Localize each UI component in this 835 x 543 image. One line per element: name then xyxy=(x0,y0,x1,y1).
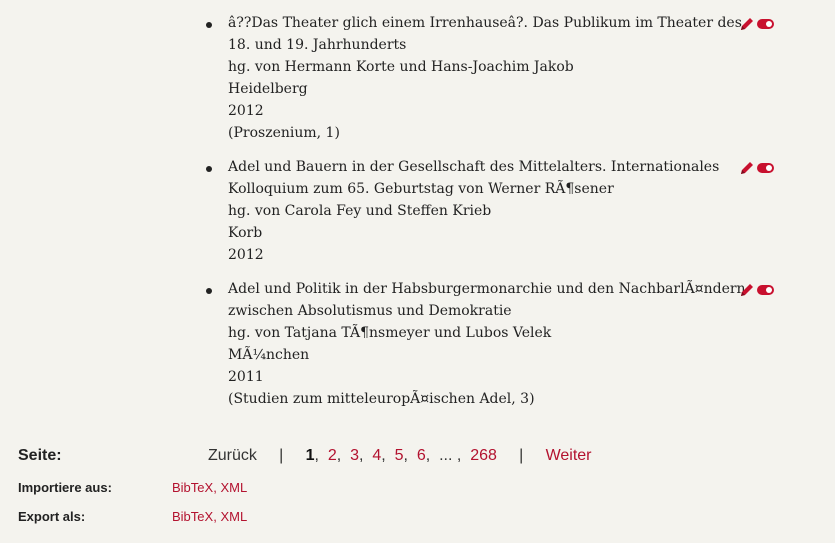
toggle-icon[interactable] xyxy=(757,19,774,29)
entry-year: 2012 xyxy=(228,103,264,119)
import-formats: BibTeX, XML xyxy=(172,480,248,495)
page-link-last[interactable]: 268 xyxy=(470,447,497,464)
bullet xyxy=(206,288,212,294)
next-link[interactable]: Weiter xyxy=(546,447,592,464)
toggle-icon[interactable] xyxy=(757,163,774,173)
export-formats: BibTeX, XML xyxy=(172,509,248,524)
entry-title-line: Adel und Politik in der Habsburgermonarc… xyxy=(228,281,746,297)
entry-editors: hg. von Hermann Korte und Hans-Joachim J… xyxy=(228,59,574,75)
entry-title-line: â??Das Theater glich einem Irrenhauseâ?.… xyxy=(228,15,742,31)
entry-text: Adel und Politik in der Habsburgermonarc… xyxy=(228,278,796,410)
entry-title-line: Kolloquium zum 65. Geburtstag von Werner… xyxy=(228,181,614,197)
ellipsis: ... xyxy=(439,447,453,464)
back-link[interactable]: Zurück xyxy=(208,447,257,464)
export-xml-link[interactable]: XML xyxy=(220,509,247,524)
pencil-icon[interactable] xyxy=(739,282,755,298)
entry-year: 2012 xyxy=(228,247,264,263)
publication-entry: Adel und Politik in der Habsburgermonarc… xyxy=(206,278,796,410)
bullet xyxy=(206,166,212,172)
entry-editors: hg. von Carola Fey und Steffen Krieb xyxy=(228,203,492,219)
entry-place: Heidelberg xyxy=(228,81,308,97)
publication-list: â??Das Theater glich einem Irrenhauseâ?.… xyxy=(206,0,796,422)
pagination-controls: Zurück | 1, 2, 3, 4, 5, 6, ... , 268 | W… xyxy=(208,447,592,464)
export-label: Export als: xyxy=(18,509,86,524)
entry-place: MÃ¼nchen xyxy=(228,347,310,363)
entry-title-line: 18. und 19. Jahrhunderts xyxy=(228,37,407,53)
page-link-6[interactable]: 6 xyxy=(417,447,426,464)
page-link-2[interactable]: 2 xyxy=(328,447,337,464)
entry-year: 2011 xyxy=(228,369,264,385)
entry-title-line: zwischen Absolutismus und Demokratie xyxy=(228,303,512,319)
page-link-4[interactable]: 4 xyxy=(372,447,381,464)
toggle-icon[interactable] xyxy=(757,285,774,295)
page-link-3[interactable]: 3 xyxy=(350,447,359,464)
separator: | xyxy=(279,447,284,464)
import-bibtex-link[interactable]: BibTeX xyxy=(172,480,213,495)
entry-actions xyxy=(739,282,774,298)
entry-series: (Studien zum mitteleuropÃ¤ischen Adel, 3… xyxy=(228,391,535,407)
publication-entry: Adel und Bauern in der Gesellschaft des … xyxy=(206,156,796,266)
pencil-icon[interactable] xyxy=(739,16,755,32)
import-label: Importiere aus: xyxy=(18,480,112,495)
entry-actions xyxy=(739,16,774,32)
import-xml-link[interactable]: XML xyxy=(220,480,247,495)
entry-text: â??Das Theater glich einem Irrenhauseâ?.… xyxy=(228,12,796,144)
pencil-icon[interactable] xyxy=(739,160,755,176)
entry-actions xyxy=(739,160,774,176)
export-bibtex-link[interactable]: BibTeX xyxy=(172,509,213,524)
pagination-label: Seite: xyxy=(18,447,62,464)
entry-place: Korb xyxy=(228,225,263,241)
publication-entry: â??Das Theater glich einem Irrenhauseâ?.… xyxy=(206,12,796,144)
entry-title-line: Adel und Bauern in der Gesellschaft des … xyxy=(228,159,720,175)
bullet xyxy=(206,22,212,28)
entry-editors: hg. von Tatjana TÃ¶nsmeyer und Lubos Vel… xyxy=(228,325,552,341)
entry-series: (Proszenium, 1) xyxy=(228,125,340,141)
separator: | xyxy=(519,447,524,464)
entry-text: Adel und Bauern in der Gesellschaft des … xyxy=(228,156,796,266)
